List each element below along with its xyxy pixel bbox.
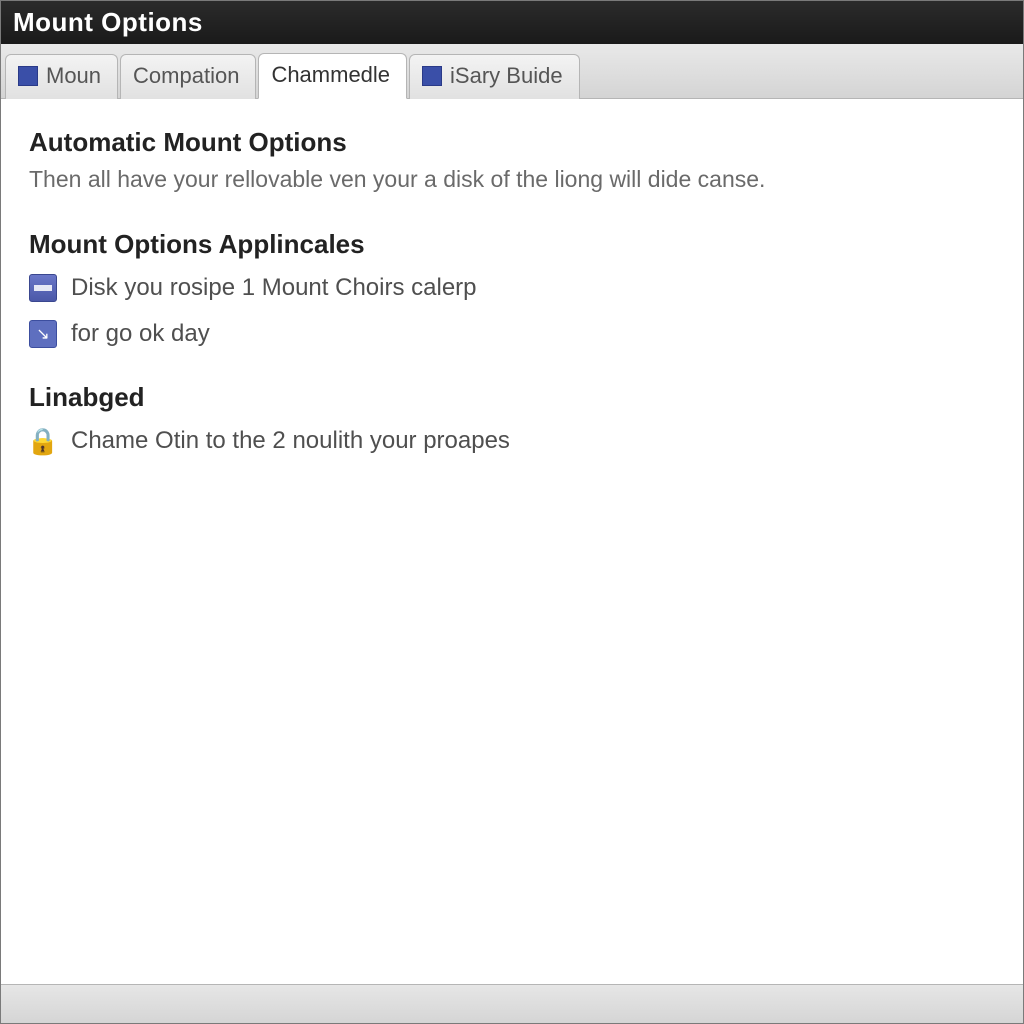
section-automatic: Automatic Mount Options Then all have yo… — [29, 127, 995, 195]
section-title: Automatic Mount Options — [29, 127, 995, 158]
tab-label: iSary Buide — [450, 63, 563, 89]
window-titlebar: Mount Options — [1, 1, 1023, 44]
lock-icon: 🔒 — [29, 427, 57, 455]
tab-label: Chammedle — [271, 62, 390, 88]
section-description: Then all have your rellovable ven your a… — [29, 164, 995, 195]
page-icon — [29, 320, 57, 348]
window-bottom-bar — [1, 984, 1023, 1023]
tab-label: Compation — [133, 63, 239, 89]
option-row-lock[interactable]: 🔒 Chame Otin to the 2 noulith your proap… — [29, 427, 995, 455]
tab-isary-buide[interactable]: iSary Buide — [409, 54, 580, 99]
option-row-disk[interactable]: Disk you rosipe 1 Mount Choirs calerp — [29, 274, 995, 302]
section-applincales: Mount Options Applincales Disk you rosip… — [29, 229, 995, 348]
tab-icon — [18, 66, 38, 86]
tab-label: Moun — [46, 63, 101, 89]
tab-compation[interactable]: Compation — [120, 54, 256, 99]
tab-icon — [422, 66, 442, 86]
option-label: Chame Otin to the 2 noulith your proapes — [71, 427, 510, 455]
disk-icon — [29, 274, 57, 302]
option-label: Disk you rosipe 1 Mount Choirs calerp — [71, 274, 477, 302]
tab-moun[interactable]: Moun — [5, 54, 118, 99]
option-row-page[interactable]: for go ok day — [29, 320, 995, 348]
section-title: Linabged — [29, 382, 995, 413]
option-label: for go ok day — [71, 320, 210, 348]
tab-content: Automatic Mount Options Then all have yo… — [1, 99, 1023, 984]
tab-chammedle[interactable]: Chammedle — [258, 53, 407, 99]
window-title: Mount Options — [13, 7, 203, 37]
section-title: Mount Options Applincales — [29, 229, 995, 260]
mount-options-window: Mount Options Moun Compation Chammedle i… — [0, 0, 1024, 1024]
section-linabged: Linabged 🔒 Chame Otin to the 2 noulith y… — [29, 382, 995, 455]
tab-strip: Moun Compation Chammedle iSary Buide — [1, 44, 1023, 99]
